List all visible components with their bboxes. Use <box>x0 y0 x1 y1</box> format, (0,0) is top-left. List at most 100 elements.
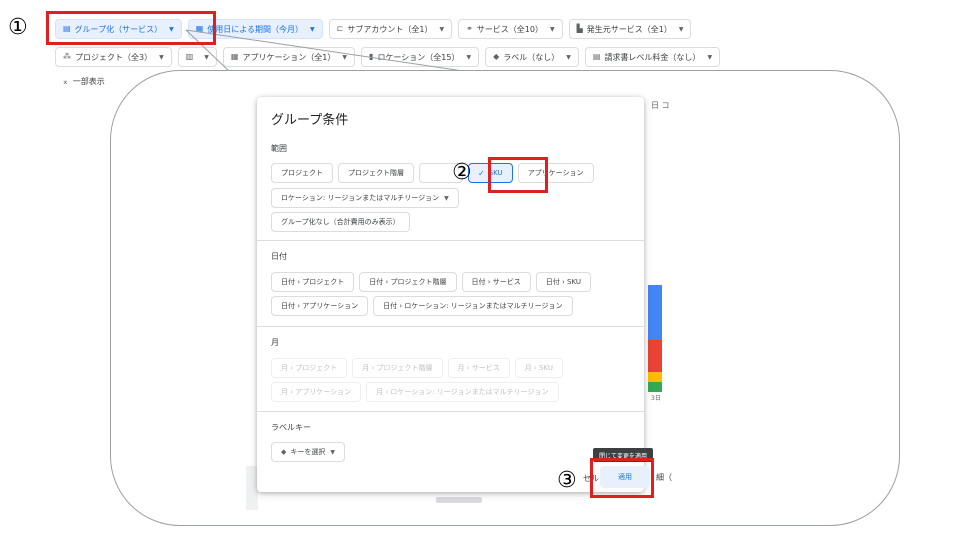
subaccount-icon: ⊏ <box>336 24 344 33</box>
dropdown-caret-icon: ▼ <box>204 53 209 61</box>
option-label: グループ化なし（合計費用のみ表示） <box>281 218 400 226</box>
background-bar-segment <box>648 340 662 372</box>
label-icon: ◆ <box>493 52 500 61</box>
option-label: 日付 › SKU <box>545 278 581 286</box>
background-bar-segment <box>648 285 662 340</box>
option-label: 月 › プロジェクト階層 <box>362 364 433 372</box>
option-row: 月 › アプリケーション 月 › ロケーション: リージョンまたはマルチリージョン <box>271 382 559 402</box>
group-option: 月 › プロジェクト階層 <box>352 358 443 378</box>
section-title: ラベルキー <box>271 423 311 432</box>
section-divider <box>257 411 644 412</box>
group-option[interactable]: ◆ キーを選択 ▼ <box>271 442 346 462</box>
option-label: 月 › ロケーション: リージョンまたはマルチリージョン <box>376 388 549 396</box>
app-grid-icon: ▦ <box>230 52 239 61</box>
toolbar-row2-chip-label: アプリケーション（全1） <box>242 52 336 62</box>
location-icon: ▮ <box>369 52 374 61</box>
section-divider <box>257 326 644 327</box>
invoice-icon: ▤ <box>592 52 601 61</box>
group-option[interactable]: 日付 › サービス <box>461 272 531 292</box>
toolbar-row2-chip-5[interactable]: ▤ 請求書レベル料金（なし） ▼ <box>584 47 721 67</box>
option-row: 日付 › プロジェクト 日付 › プロジェクト階層 日付 › サービス 日付 › SK… <box>271 272 591 292</box>
group-option: 月 › SKU <box>514 358 563 378</box>
group-option[interactable]: プロジェクト階層 <box>338 163 414 183</box>
background-axis-label: 3日 <box>651 395 661 402</box>
toolbar-row2-chip-label: プロジェクト（全3） <box>75 52 153 62</box>
background-bar-segment <box>648 372 662 382</box>
toolbar-row2-chip-4[interactable]: ◆ ラベル（なし） ▼ <box>485 47 579 67</box>
toolbar-row1-chip-4[interactable]: ▙ 発生元サービス（全1） ▼ <box>568 19 692 39</box>
group-option: 月 › ロケーション: リージョンまたはマルチリージョン <box>366 382 559 402</box>
toolbar-row2-chip-2[interactable]: ▦ アプリケーション（全1） ▼ <box>222 47 356 67</box>
dropdown-caret-icon: ▼ <box>466 53 472 61</box>
option-label: 月 › プロジェクト <box>281 364 338 372</box>
annotation-step-1: ① <box>8 15 28 40</box>
dropdown-caret-icon: ▼ <box>159 53 164 61</box>
group-option[interactable]: 日付 › SKU <box>535 272 591 292</box>
background-column-label: 日 コ <box>651 101 670 110</box>
option-label: プロジェクト階層 <box>348 169 404 177</box>
toolbar-row1-chip-3[interactable]: ⚭ サービス（全10） ▼ <box>458 19 563 39</box>
group-option[interactable]: プロジェクト <box>271 163 333 183</box>
option-label: キーを選択 <box>290 448 326 456</box>
section-title: 範囲 <box>271 144 287 153</box>
toolbar-row2-chip-label: ロケーション（全15） <box>377 52 460 62</box>
group-option[interactable]: 日付 › プロジェクト <box>271 272 355 292</box>
toolbar-row2-chip-label: ラベル（なし） <box>503 52 560 62</box>
show-less-label: 一部表示 <box>72 77 105 86</box>
option-label: 日付 › サービス <box>471 278 521 286</box>
check-icon: ✓ <box>478 168 485 178</box>
group-option: 月 › プロジェクト <box>271 358 348 378</box>
dropdown-caret-icon: ▼ <box>707 53 713 61</box>
option-row: 月 › プロジェクト 月 › プロジェクト階層 月 › サービス 月 › SKU <box>271 358 563 378</box>
dropdown-caret-icon: ▼ <box>330 448 336 456</box>
dropdown-caret-icon: ▼ <box>566 53 571 61</box>
section-divider <box>257 240 644 241</box>
toolbar-row1-chip-label: サービス（全10） <box>476 24 543 34</box>
toolbar-row2-chip-3[interactable]: ▮ ロケーション（全15） ▼ <box>361 47 480 67</box>
toolbar-row1-chip-2[interactable]: ⊏ サブアカウント（全1） ▼ <box>328 19 453 39</box>
option-row: ◆ キーを選択 ▼ <box>271 442 346 462</box>
section-title: 日付 <box>271 252 287 261</box>
project-icon: ⁂ <box>63 52 71 61</box>
dropdown-caret-icon: ▼ <box>439 25 445 33</box>
dropdown-caret-icon: ▼ <box>342 53 348 61</box>
services-icon: ⚭ <box>466 24 473 33</box>
dropdown-caret-icon: ▼ <box>549 25 555 33</box>
option-label: プロジェクト <box>281 169 323 177</box>
option-label: 日付 › ロケーション: リージョンまたはマルチリージョン <box>383 302 563 310</box>
group-option: 月 › アプリケーション <box>271 382 362 402</box>
origin-service-icon: ▙ <box>576 24 583 33</box>
toolbar-row2-chip-1[interactable]: ▥ ▼ <box>177 47 217 67</box>
background-fragment-right: 細（ <box>656 473 672 482</box>
background-scrollbar[interactable] <box>436 497 482 503</box>
dropdown-caret-icon: ▼ <box>444 194 449 202</box>
show-less-link[interactable]: ⌅ 一部表示 <box>62 76 105 87</box>
option-label: 月 › サービス <box>457 364 500 372</box>
annotation-step-3: ③ <box>557 468 577 493</box>
option-label: 日付 › プロジェクト階層 <box>369 278 447 286</box>
toolbar-row1-chip-label: 発生元サービス（全1） <box>586 24 672 34</box>
chart-icon: ▥ <box>185 52 194 61</box>
background-bar-segment <box>648 382 662 392</box>
option-label: 月 › アプリケーション <box>281 388 352 396</box>
toolbar-row2-chip-0[interactable]: ⁂ プロジェクト（全3） ▼ <box>55 47 172 67</box>
annotation-step-2: ② <box>452 160 472 185</box>
group-option[interactable]: ロケーション: リージョンまたはマルチリージョン ▼ <box>271 188 459 208</box>
group-option[interactable]: 日付 › プロジェクト階層 <box>359 272 457 292</box>
toolbar-row1-chip-label: 使用日による期間（今月） <box>207 24 304 34</box>
collapse-icon: ⌅ <box>62 77 69 86</box>
option-row: ロケーション: リージョンまたはマルチリージョン ▼ <box>271 188 459 208</box>
option-label: 月 › SKU <box>524 364 553 372</box>
highlight-box-apply <box>590 458 654 498</box>
group-option[interactable]: 日付 › アプリケーション <box>271 296 369 316</box>
group-option[interactable]: グループ化なし（合計費用のみ表示） <box>271 212 410 232</box>
section-title: 月 <box>271 338 279 347</box>
panel-title: グループ条件 <box>271 113 349 128</box>
label-icon: ◆ <box>281 448 287 456</box>
group-option[interactable]: 日付 › ロケーション: リージョンまたはマルチリージョン <box>373 296 573 316</box>
option-row: グループ化なし（合計費用のみ表示） <box>271 212 410 232</box>
highlight-box-sku <box>488 157 548 193</box>
option-row: 日付 › アプリケーション 日付 › ロケーション: リージョンまたはマルチリージ… <box>271 296 573 316</box>
toolbar-row2-chip-label: 請求書レベル料金（なし） <box>604 52 701 62</box>
highlight-box-group-by <box>46 11 216 45</box>
